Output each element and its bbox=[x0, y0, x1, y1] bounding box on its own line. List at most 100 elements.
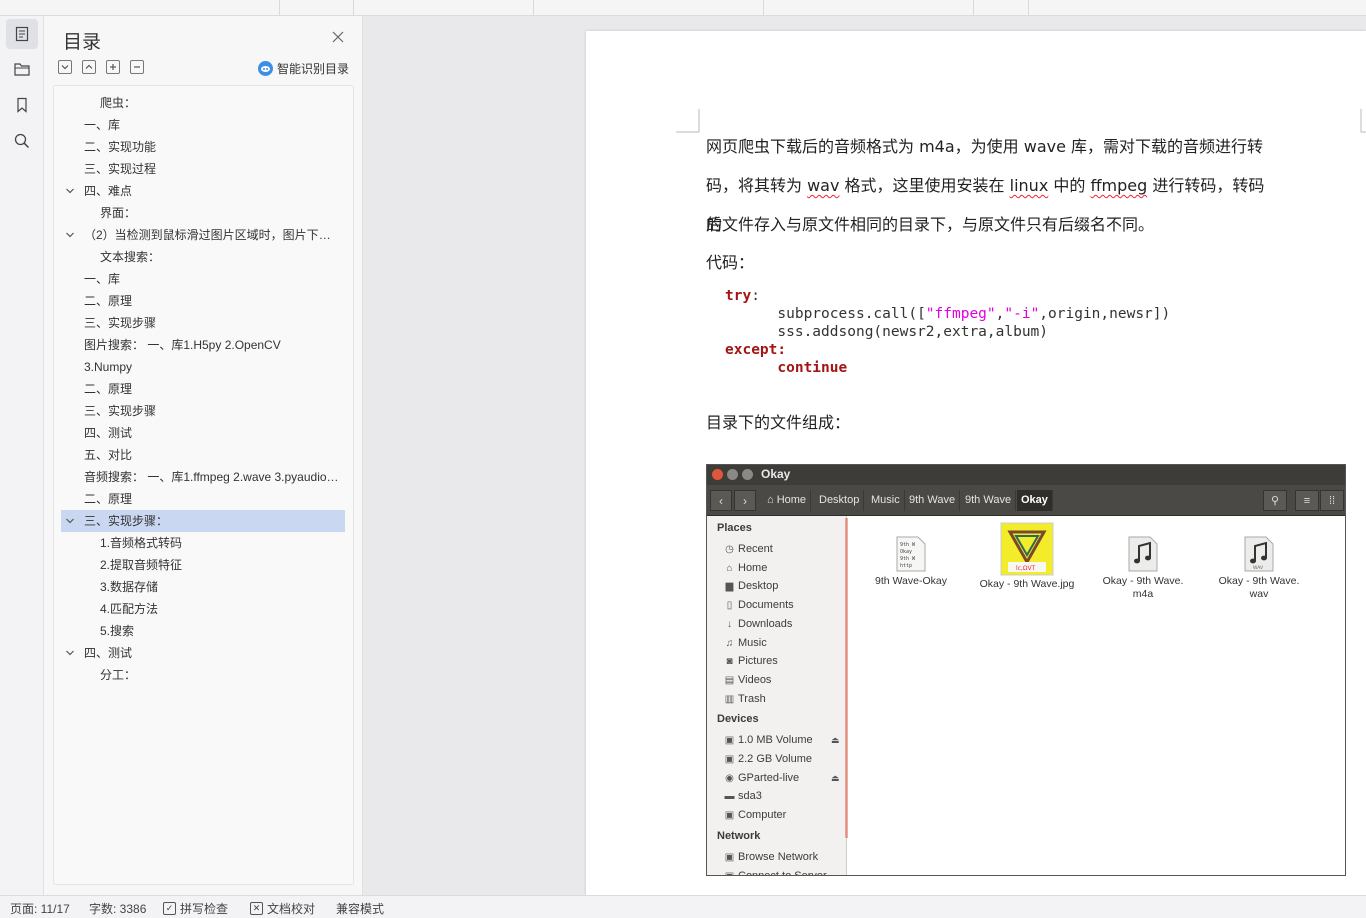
toc-item[interactable]: 一、库 bbox=[61, 268, 345, 290]
trash-icon: ▥ bbox=[724, 693, 735, 705]
bookmark-button[interactable] bbox=[6, 90, 38, 120]
toc-item[interactable]: 四、测试 bbox=[61, 422, 345, 444]
toc-item[interactable]: 3.Numpy bbox=[61, 356, 345, 378]
chevron-down-icon[interactable] bbox=[65, 224, 77, 246]
toc-item-label: 1.音频格式转码 bbox=[100, 536, 183, 550]
check-icon: ✓ bbox=[163, 902, 176, 915]
breadcrumb-item: Okay bbox=[1017, 490, 1053, 511]
word-count[interactable]: 字数: 3386 bbox=[89, 900, 146, 917]
chevron-down-icon[interactable] bbox=[65, 642, 77, 664]
toc-item[interactable]: 分工： bbox=[61, 664, 345, 686]
svg-text:WAV: WAV bbox=[1253, 565, 1264, 571]
toc-item[interactable]: 界面： bbox=[61, 202, 345, 224]
close-window-icon bbox=[712, 469, 723, 480]
proofread-toggle[interactable]: ✕ 文档校对 bbox=[250, 900, 315, 917]
toc-item[interactable]: 图片搜索： 一、库1.H5py 2.OpenCV bbox=[61, 334, 345, 356]
toc-item[interactable]: 二、原理 bbox=[61, 290, 345, 312]
toc-item[interactable]: 爬虫： bbox=[61, 92, 345, 114]
page-indicator[interactable]: 页面: 11/17 bbox=[10, 900, 70, 917]
embedded-screenshot[interactable]: Okay ‹ › ⌂ Home Desktop Music 9th Wave 9th W… bbox=[706, 464, 1346, 876]
spell-check-label: 拼写检查 bbox=[180, 902, 229, 916]
toc-item[interactable]: 三、实现步骤 bbox=[61, 400, 345, 422]
minimize-window-icon bbox=[727, 469, 738, 480]
search-icon: ⚲ bbox=[1263, 490, 1287, 511]
toc-item[interactable]: 一、库 bbox=[61, 114, 345, 136]
chevron-down-icon[interactable] bbox=[65, 510, 77, 532]
sidebar-item: ▆ Desktop bbox=[724, 580, 779, 592]
outline-view-button[interactable] bbox=[6, 19, 38, 49]
toc-item[interactable]: （2）当检测到鼠标滑过图片区域时，图片下方会出现对应的歌词... bbox=[61, 224, 345, 246]
toc-item[interactable]: 音频搜索： 一、库1.ffmpeg 2.wave 3.pyaudio 4.num… bbox=[61, 466, 345, 488]
home-icon: ⌂ bbox=[767, 494, 777, 506]
sidebar-item-label: GParted-live bbox=[738, 771, 800, 784]
breadcrumb-label: Music bbox=[871, 494, 900, 506]
toc-item[interactable]: 三、实现步骤： bbox=[61, 510, 345, 532]
toc-item[interactable]: 二、原理 bbox=[61, 488, 345, 510]
chevron-down-icon[interactable] bbox=[65, 180, 77, 202]
toc-item-label: 5.搜索 bbox=[100, 624, 135, 638]
remove-heading-button[interactable] bbox=[130, 60, 144, 74]
left-icon-rail bbox=[0, 16, 44, 895]
add-heading-button[interactable] bbox=[106, 60, 120, 74]
toc-item-label: 四、测试 bbox=[84, 426, 133, 440]
forward-arrow-icon: › bbox=[734, 490, 756, 511]
spell-check-toggle[interactable]: ✓ 拼写检查 bbox=[163, 900, 228, 917]
compat-mode[interactable]: 兼容模式 bbox=[336, 900, 384, 917]
toc-item[interactable]: 四、难点 bbox=[61, 180, 345, 202]
sidebar-item-label: Home bbox=[738, 561, 768, 574]
smart-toc-button[interactable]: 智能识别目录 bbox=[257, 60, 349, 77]
eject-icon: ⏏ bbox=[831, 772, 840, 783]
chapter-nav-button[interactable] bbox=[6, 54, 38, 84]
file-name: Okay - 9th Wave. wav bbox=[1218, 575, 1300, 600]
collapse-all-button[interactable] bbox=[82, 60, 96, 74]
toc-item[interactable]: 5.搜索 bbox=[61, 620, 345, 642]
film-icon: ▤ bbox=[724, 674, 735, 686]
spell-flagged-word[interactable]: wav bbox=[807, 176, 839, 195]
toc-item[interactable]: 1.音频格式转码 bbox=[61, 532, 345, 554]
toc-list: 爬虫： 一、库 二、实现功能 三、实现过程 四、难点 界面： （2）当检测到鼠标滑过图片区域… bbox=[53, 85, 354, 885]
toc-item[interactable]: 三、实现步骤 bbox=[61, 312, 345, 334]
code-block: try: subprocess.call(["ffmpeg","-i",orig… bbox=[725, 287, 1170, 377]
toc-item[interactable]: 四、测试 bbox=[61, 642, 345, 664]
breadcrumb-label: Okay bbox=[1021, 494, 1048, 506]
ruler-segment bbox=[974, 0, 1029, 15]
toc-item-label: 文本搜索： bbox=[100, 250, 161, 264]
chevron-down-icon bbox=[61, 65, 69, 70]
breadcrumb-label: Home bbox=[776, 494, 807, 506]
toc-item[interactable]: 五、对比 bbox=[61, 444, 345, 466]
toc-item-label: 一、库 bbox=[84, 118, 121, 132]
expand-all-button[interactable] bbox=[58, 60, 72, 74]
sidebar-item-label: 1.0 MB Volume bbox=[738, 734, 813, 747]
sidebar-item: ▥ Trash bbox=[724, 693, 766, 705]
sidebar-item: ◉ GParted-live bbox=[724, 772, 799, 784]
spell-flagged-word[interactable]: ffmpeg bbox=[1090, 176, 1147, 195]
keyword: continue bbox=[777, 360, 848, 376]
folder-tree-icon bbox=[14, 63, 30, 76]
toc-title: 目录 bbox=[63, 31, 102, 53]
toc-item-label: 三、实现步骤 bbox=[84, 316, 157, 330]
document-outline-icon bbox=[15, 26, 29, 42]
keyword: try bbox=[725, 288, 752, 304]
toc-item[interactable]: 二、原理 bbox=[61, 378, 345, 400]
spell-flagged-word[interactable]: linux bbox=[1010, 176, 1049, 195]
file-item: lc,ΩVT Okay - 9th Wave.jpg bbox=[972, 522, 1082, 591]
ai-icon bbox=[257, 61, 273, 76]
toc-item[interactable]: 2.提取音频特征 bbox=[61, 554, 345, 576]
close-icon[interactable] bbox=[331, 30, 345, 44]
search-button[interactable] bbox=[6, 126, 38, 156]
toc-item-label: 五、对比 bbox=[84, 448, 133, 462]
places-sidebar: Places ◷ Recent ⌂ Home ▆ Desktop ▯ Documents ↓ Dow… bbox=[707, 516, 847, 875]
cross-icon: ✕ bbox=[250, 902, 263, 915]
sidebar-section-header: Devices bbox=[717, 713, 759, 726]
toc-item[interactable]: 文本搜索： bbox=[61, 246, 345, 268]
file-name: 9th Wave-Okay bbox=[875, 575, 947, 587]
margin-corner-mark bbox=[1360, 109, 1366, 133]
toc-item[interactable]: 3.数据存储 bbox=[61, 576, 345, 598]
toc-item[interactable]: 4.匹配方法 bbox=[61, 598, 345, 620]
sidebar-item: ⌂ Home bbox=[724, 562, 767, 574]
disc-icon: ◉ bbox=[725, 772, 734, 784]
code-text: sss.addsong(newsr2,extra,album) bbox=[777, 324, 1049, 340]
toc-item-label: 2.提取音频特征 bbox=[100, 558, 183, 572]
toc-item[interactable]: 二、实现功能 bbox=[61, 136, 345, 158]
toc-item[interactable]: 三、实现过程 bbox=[61, 158, 345, 180]
